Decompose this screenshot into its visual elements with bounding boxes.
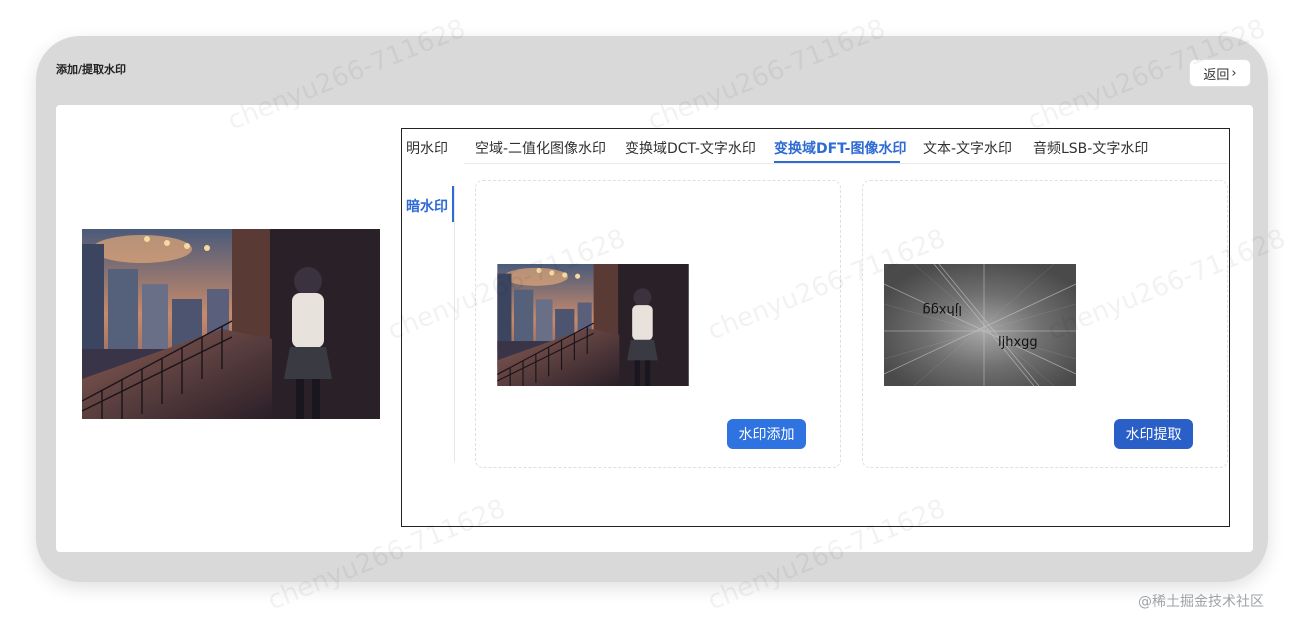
spectrum-watermark-text-mirrored: ljhxgg (922, 302, 962, 317)
mode-divider (454, 186, 455, 462)
add-watermark-button[interactable]: 水印添加 (727, 419, 806, 449)
chevron-right-icon: › (1231, 65, 1237, 81)
tab-spatial-binary[interactable]: 空域-二值化图像水印 (475, 138, 606, 158)
tab-audio-lsb[interactable]: 音频LSB-文字水印 (1033, 138, 1148, 158)
mode-tab-visible-watermark[interactable]: 明水印 (406, 138, 448, 158)
tab-text-text[interactable]: 文本-文字水印 (923, 138, 1012, 158)
extract-watermark-button[interactable]: 水印提取 (1114, 419, 1193, 449)
watermarked-image-preview (497, 264, 689, 386)
tab-active-underline (774, 161, 900, 163)
mode-tab-invisible-watermark[interactable]: 暗水印 (406, 196, 448, 216)
tab-bar-divider (464, 163, 1228, 164)
back-button[interactable]: 返回 › (1189, 59, 1251, 87)
frequency-spectrum-preview: ljhxgg ljhxgg (884, 264, 1076, 386)
tab-dft-image[interactable]: 变换域DFT-图像水印 (774, 138, 907, 158)
spectrum-watermark-text: ljhxgg (998, 335, 1038, 350)
original-image-preview (82, 229, 380, 419)
tab-dct-text[interactable]: 变换域DCT-文字水印 (625, 138, 756, 158)
page-title: 添加/提取水印 (56, 63, 127, 76)
site-credit: @稀土掘金技术社区 (1138, 594, 1264, 610)
back-label: 返回 (1203, 67, 1230, 83)
